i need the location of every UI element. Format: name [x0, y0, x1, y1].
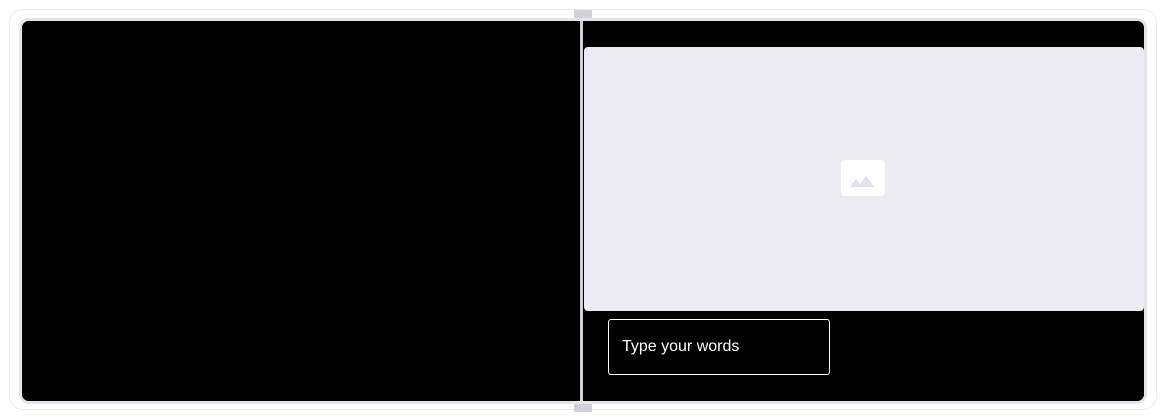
right-column-panel[interactable]: Type your words	[583, 21, 1144, 401]
text-input-box[interactable]: Type your words	[608, 319, 830, 375]
two-column-block[interactable]: Type your words	[19, 18, 1147, 404]
image-placeholder[interactable]	[584, 47, 1144, 311]
resize-handle-bottom[interactable]	[574, 404, 592, 412]
left-column-panel[interactable]	[22, 21, 580, 401]
image-icon	[841, 160, 885, 196]
resize-handle-top[interactable]	[574, 10, 592, 18]
